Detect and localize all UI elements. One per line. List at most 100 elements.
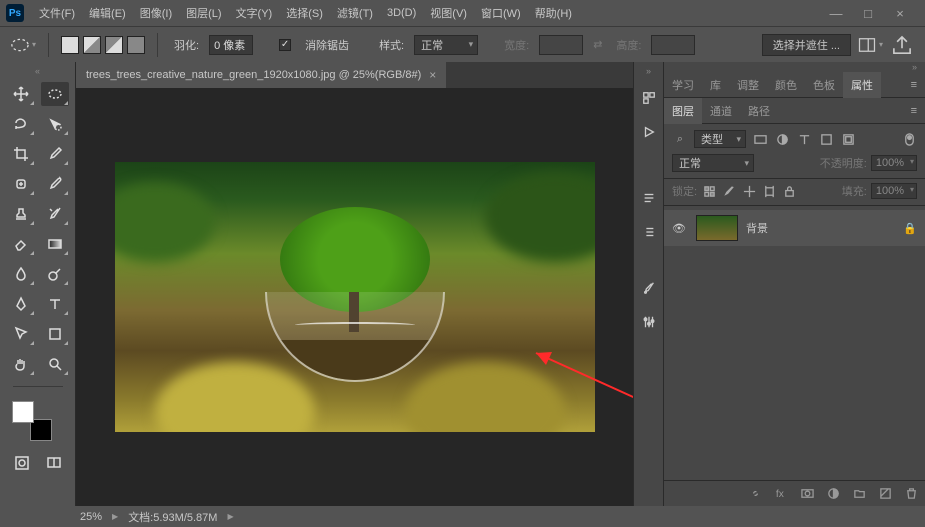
feather-input[interactable]: 0 像素	[209, 35, 253, 55]
filter-smart-icon[interactable]	[840, 131, 856, 147]
move-tool[interactable]	[7, 82, 35, 106]
tab-channels[interactable]: 通道	[702, 98, 740, 124]
menu-layer[interactable]: 图层(L)	[179, 0, 228, 26]
eraser-tool[interactable]	[7, 232, 35, 256]
blend-mode-select[interactable]: 正常	[672, 154, 754, 172]
window-minimize-button[interactable]: —	[829, 6, 843, 20]
tab-color[interactable]: 颜色	[767, 72, 805, 98]
layer-mask-icon[interactable]	[799, 486, 815, 502]
panels-collapse-icon[interactable]: »	[664, 62, 925, 72]
layer-name[interactable]: 背景	[746, 220, 768, 236]
brush-settings-panel-icon[interactable]	[637, 276, 661, 300]
filter-adjust-icon[interactable]	[774, 131, 790, 147]
menu-help[interactable]: 帮助(H)	[528, 0, 579, 26]
marquee-tool[interactable]	[41, 82, 69, 106]
menu-filter[interactable]: 滤镜(T)	[330, 0, 380, 26]
menu-image[interactable]: 图像(I)	[133, 0, 179, 26]
tools-collapse-icon[interactable]: «	[0, 66, 75, 76]
hand-tool[interactable]	[7, 352, 35, 376]
character-panel-icon[interactable]	[637, 220, 661, 244]
lasso-tool[interactable]	[7, 112, 35, 136]
menu-3d[interactable]: 3D(D)	[380, 0, 423, 26]
active-tool-icon[interactable]: ▾	[10, 34, 36, 56]
lock-pixels-icon[interactable]	[701, 183, 717, 199]
document-info[interactable]: 文档:5.93M/5.87M	[128, 509, 217, 525]
blur-tool[interactable]	[7, 262, 35, 286]
tab-adjustments[interactable]: 调整	[729, 72, 767, 98]
opacity-input[interactable]: 100%	[871, 155, 917, 171]
dodge-tool[interactable]	[41, 262, 69, 286]
select-and-mask-button[interactable]: 选择并遮住 ...	[762, 34, 851, 56]
adjustment-layer-icon[interactable]	[825, 486, 841, 502]
layer-fx-icon[interactable]: fx	[773, 486, 789, 502]
style-select[interactable]: 正常	[414, 35, 478, 55]
tab-swatches[interactable]: 色板	[805, 72, 843, 98]
group-layers-icon[interactable]	[851, 486, 867, 502]
history-panel-icon[interactable]	[637, 86, 661, 110]
layer-row[interactable]: 👁 背景 🔒	[664, 210, 925, 246]
healing-tool[interactable]	[7, 172, 35, 196]
layer-lock-icon[interactable]: 🔒	[903, 222, 917, 235]
canvas-viewport[interactable]	[76, 88, 633, 506]
docinfo-menu-icon[interactable]: ▶	[227, 512, 233, 521]
zoom-menu-icon[interactable]: ▶	[112, 512, 118, 521]
panel-a-menu-icon[interactable]: ≡	[903, 79, 925, 91]
type-tool[interactable]	[41, 292, 69, 316]
panel-b-menu-icon[interactable]: ≡	[903, 105, 925, 117]
path-select-tool[interactable]	[7, 322, 35, 346]
pen-tool[interactable]	[7, 292, 35, 316]
gradient-tool[interactable]	[41, 232, 69, 256]
selection-new-icon[interactable]	[61, 36, 79, 54]
tab-libraries[interactable]: 库	[702, 72, 729, 98]
crop-tool[interactable]	[7, 142, 35, 166]
share-icon[interactable]	[889, 34, 915, 56]
lock-brush-icon[interactable]	[721, 183, 737, 199]
actions-panel-icon[interactable]	[637, 120, 661, 144]
menu-edit[interactable]: 编辑(E)	[82, 0, 133, 26]
stamp-tool[interactable]	[7, 202, 35, 226]
filter-type-icon[interactable]	[796, 131, 812, 147]
lock-all-icon[interactable]	[781, 183, 797, 199]
filter-pixel-icon[interactable]	[752, 131, 768, 147]
menu-type[interactable]: 文字(Y)	[229, 0, 280, 26]
delete-layer-icon[interactable]	[903, 486, 919, 502]
selection-subtract-icon[interactable]	[105, 36, 123, 54]
quick-mask-icon[interactable]	[11, 453, 33, 473]
lock-artboard-icon[interactable]	[761, 183, 777, 199]
new-layer-icon[interactable]	[877, 486, 893, 502]
history-brush-tool[interactable]	[41, 202, 69, 226]
visibility-toggle-icon[interactable]: 👁	[672, 222, 688, 235]
search-icon[interactable]: ⌕	[672, 131, 688, 147]
paragraph-panel-icon[interactable]	[637, 186, 661, 210]
dock-expand-icon[interactable]: »	[646, 66, 651, 76]
document-tab[interactable]: trees_trees_creative_nature_green_1920x1…	[76, 62, 446, 88]
eyedropper-tool[interactable]	[41, 142, 69, 166]
window-maximize-button[interactable]: □	[861, 6, 875, 20]
tab-learn[interactable]: 学习	[664, 72, 702, 98]
zoom-level[interactable]: 25%	[80, 511, 102, 523]
selection-add-icon[interactable]	[83, 36, 101, 54]
filter-toggle-icon[interactable]	[901, 131, 917, 147]
zoom-tool[interactable]	[41, 352, 69, 376]
link-layers-icon[interactable]	[747, 486, 763, 502]
lock-position-icon[interactable]	[741, 183, 757, 199]
foreground-background-colors[interactable]	[12, 401, 52, 441]
menu-file[interactable]: 文件(F)	[32, 0, 82, 26]
workspace-switcher-icon[interactable]: ▾	[857, 34, 883, 56]
foreground-color-swatch[interactable]	[12, 401, 34, 423]
fill-input[interactable]: 100%	[871, 183, 917, 199]
menu-window[interactable]: 窗口(W)	[474, 0, 528, 26]
shape-tool[interactable]	[41, 322, 69, 346]
quick-select-tool[interactable]	[41, 112, 69, 136]
window-close-button[interactable]: ×	[893, 6, 907, 20]
layer-kind-select[interactable]: 类型	[694, 130, 746, 148]
tab-layers[interactable]: 图层	[664, 98, 702, 124]
tab-paths[interactable]: 路径	[740, 98, 778, 124]
selection-intersect-icon[interactable]	[127, 36, 145, 54]
screen-mode-icon[interactable]	[43, 453, 65, 473]
menu-view[interactable]: 视图(V)	[423, 0, 474, 26]
adjustments-panel-icon[interactable]	[637, 310, 661, 334]
menu-select[interactable]: 选择(S)	[279, 0, 330, 26]
brush-tool[interactable]	[41, 172, 69, 196]
close-tab-icon[interactable]: ×	[429, 68, 436, 82]
